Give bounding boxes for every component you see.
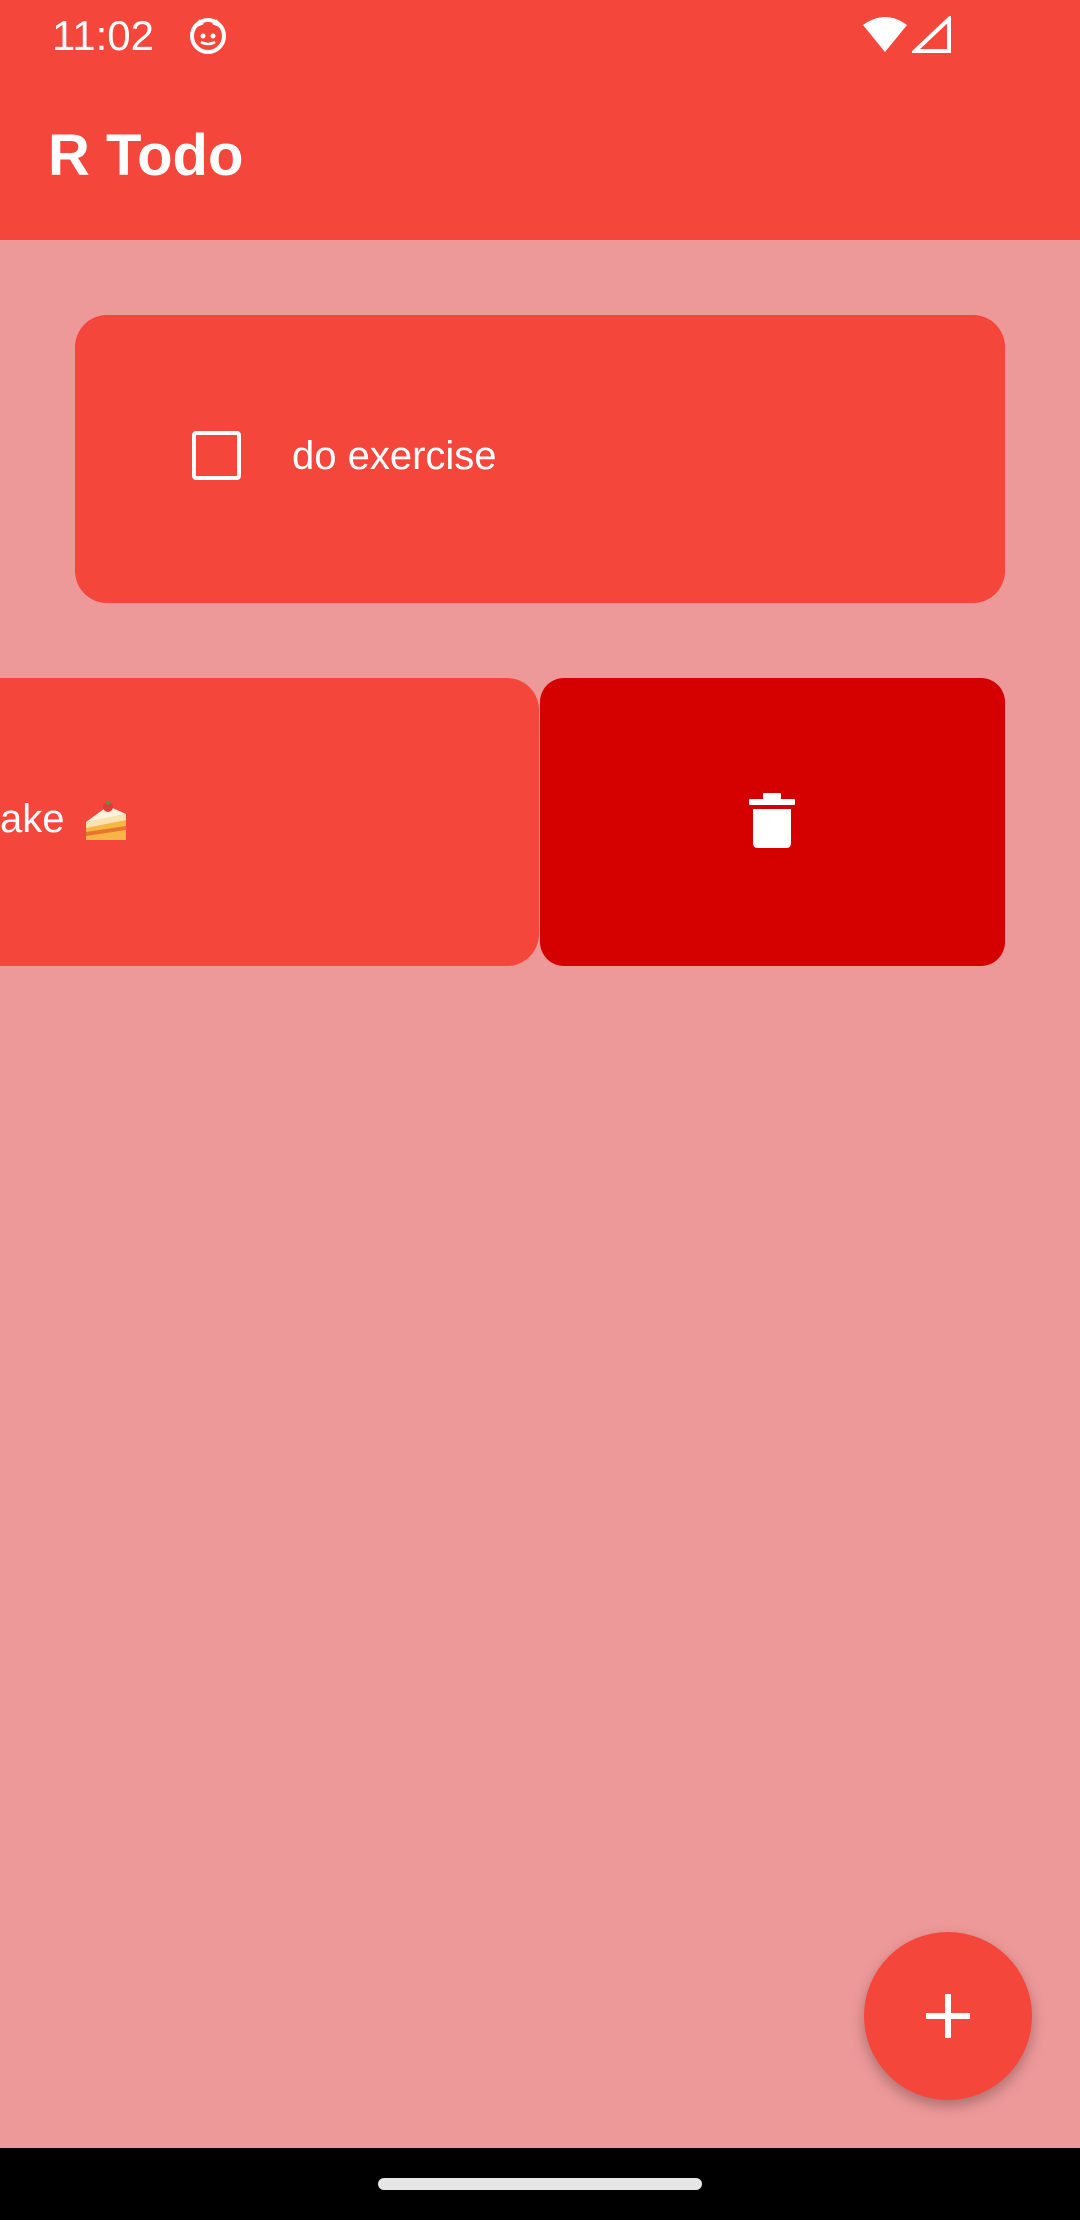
todo-checkbox[interactable] (192, 431, 241, 480)
navigation-bar (0, 2148, 1080, 2220)
cell-signal-icon (912, 16, 951, 53)
todo-item-swiped[interactable]: ake (0, 678, 539, 966)
cat-face-icon (190, 18, 226, 54)
todo-item[interactable]: do exercise (75, 315, 1005, 603)
plus-icon (926, 1994, 970, 2038)
status-bar: 11:02 (0, 0, 1080, 72)
wifi-icon (863, 17, 907, 52)
add-todo-button[interactable] (864, 1932, 1032, 2100)
cake-icon (86, 801, 126, 840)
delete-swipe-action[interactable] (540, 678, 1005, 966)
home-gesture-handle[interactable] (378, 2178, 702, 2190)
todo-text: ake (0, 797, 65, 841)
status-time: 11:02 (52, 12, 154, 59)
trash-icon (749, 793, 795, 848)
app-bar: R Todo (0, 72, 1080, 240)
app-title: R Todo (48, 123, 244, 188)
todo-text: do exercise (292, 434, 497, 478)
